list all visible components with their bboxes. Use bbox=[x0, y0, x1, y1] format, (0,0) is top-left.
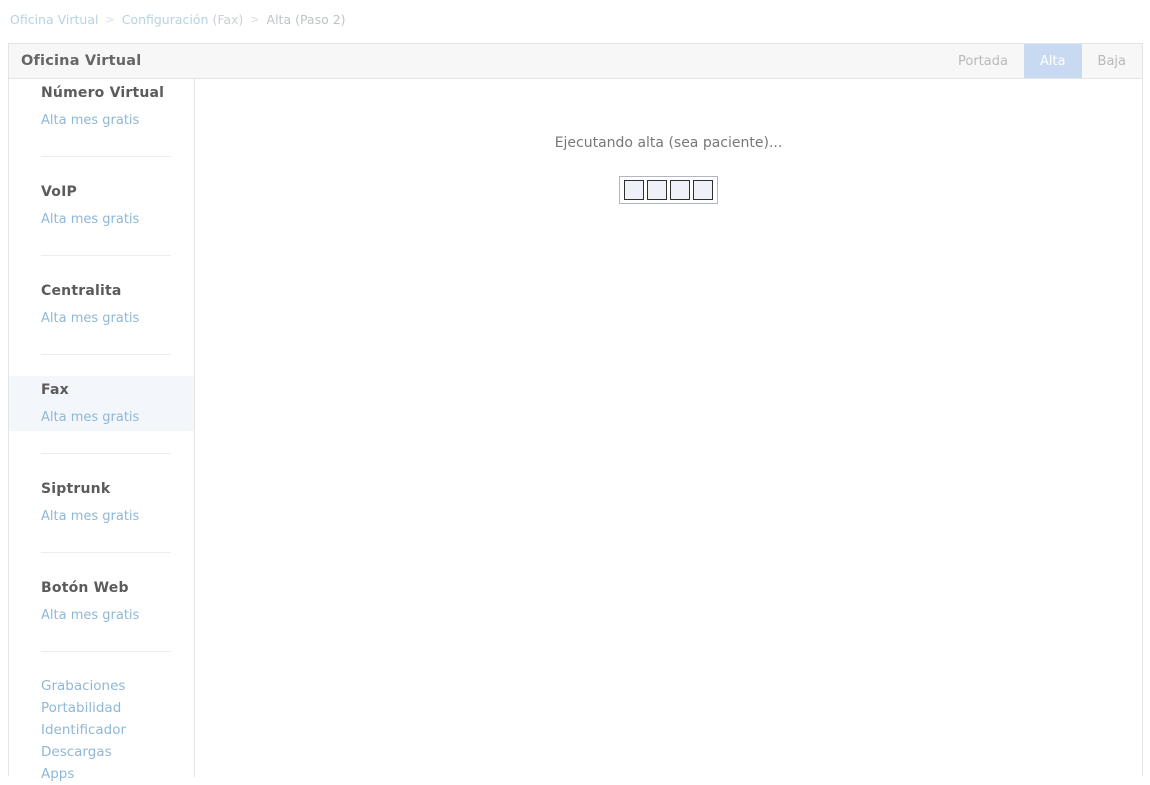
sidebar-divider bbox=[41, 453, 171, 454]
loader-cell bbox=[647, 180, 667, 200]
sidebar-link-apps[interactable]: Apps bbox=[41, 763, 194, 785]
loading-indicator-wrapper bbox=[195, 176, 1142, 204]
sidebar-item-siptrunk[interactable]: Siptrunk Alta mes gratis bbox=[9, 475, 194, 530]
main-panel: Oficina Virtual Portada Alta Baja Número… bbox=[8, 43, 1143, 782]
sidebar-divider bbox=[41, 651, 171, 652]
sidebar-link-descargas[interactable]: Descargas bbox=[41, 741, 194, 763]
breadcrumb-section-link[interactable]: Configuración bbox=[122, 12, 209, 27]
sidebar-item-boton-web[interactable]: Botón Web Alta mes gratis bbox=[9, 574, 194, 629]
sidebar-item-sublink[interactable]: Alta mes gratis bbox=[9, 405, 194, 431]
loader-cell bbox=[624, 180, 644, 200]
sidebar: Número Virtual Alta mes gratis VoIP Alta… bbox=[9, 79, 195, 782]
sidebar-divider bbox=[41, 552, 171, 553]
sidebar-link-identificador[interactable]: Identificador bbox=[41, 719, 194, 741]
sidebar-divider bbox=[41, 255, 171, 256]
tab-alta[interactable]: Alta bbox=[1023, 44, 1082, 78]
breadcrumb-root-link[interactable]: Oficina Virtual bbox=[10, 12, 98, 27]
sidebar-item-title: Botón Web bbox=[41, 580, 129, 596]
loader-cell bbox=[693, 180, 713, 200]
tab-bar: Portada Alta Baja bbox=[942, 44, 1142, 78]
sidebar-item-sublink[interactable]: Alta mes gratis bbox=[9, 504, 194, 530]
sidebar-item-title: VoIP bbox=[41, 184, 77, 200]
sidebar-item-title: Centralita bbox=[41, 283, 122, 299]
loader-cell bbox=[670, 180, 690, 200]
sidebar-item-title: Siptrunk bbox=[41, 481, 111, 497]
sidebar-extra-links: Grabaciones Portabilidad Identificador D… bbox=[9, 673, 194, 785]
loading-progress-indicator bbox=[619, 176, 718, 204]
sidebar-item-numero-virtual[interactable]: Número Virtual Alta mes gratis bbox=[9, 79, 194, 134]
tab-portada[interactable]: Portada bbox=[942, 44, 1024, 78]
breadcrumb-separator-1: > bbox=[105, 12, 115, 26]
status-message: Ejecutando alta (sea paciente)... bbox=[554, 135, 783, 151]
sidebar-item-sublink[interactable]: Alta mes gratis bbox=[9, 306, 194, 332]
sidebar-item-centralita[interactable]: Centralita Alta mes gratis bbox=[9, 277, 194, 332]
sidebar-divider bbox=[41, 354, 171, 355]
sidebar-item-sublink[interactable]: Alta mes gratis bbox=[9, 108, 194, 134]
content-area: Ejecutando alta (sea paciente)... bbox=[195, 79, 1142, 777]
sidebar-item-title: Fax bbox=[41, 382, 69, 398]
breadcrumb-section-detail: (Fax) bbox=[212, 11, 244, 27]
breadcrumb-current: Alta (Paso 2) bbox=[266, 11, 346, 27]
breadcrumb: Oficina Virtual > Configuración (Fax) > … bbox=[10, 10, 346, 28]
sidebar-divider bbox=[41, 156, 171, 157]
sidebar-item-sublink[interactable]: Alta mes gratis bbox=[9, 603, 194, 629]
sidebar-link-portabilidad[interactable]: Portabilidad bbox=[41, 697, 194, 719]
breadcrumb-separator-2: > bbox=[250, 12, 260, 26]
sidebar-link-grabaciones[interactable]: Grabaciones bbox=[41, 675, 194, 697]
panel-header: Oficina Virtual Portada Alta Baja bbox=[9, 44, 1142, 79]
sidebar-item-fax[interactable]: Fax Alta mes gratis bbox=[9, 376, 194, 431]
page-title: Oficina Virtual bbox=[21, 53, 142, 69]
sidebar-item-voip[interactable]: VoIP Alta mes gratis bbox=[9, 178, 194, 233]
tab-baja[interactable]: Baja bbox=[1082, 44, 1142, 78]
sidebar-item-sublink[interactable]: Alta mes gratis bbox=[9, 207, 194, 233]
panel-body: Número Virtual Alta mes gratis VoIP Alta… bbox=[9, 79, 1142, 782]
sidebar-item-title: Número Virtual bbox=[41, 85, 165, 101]
